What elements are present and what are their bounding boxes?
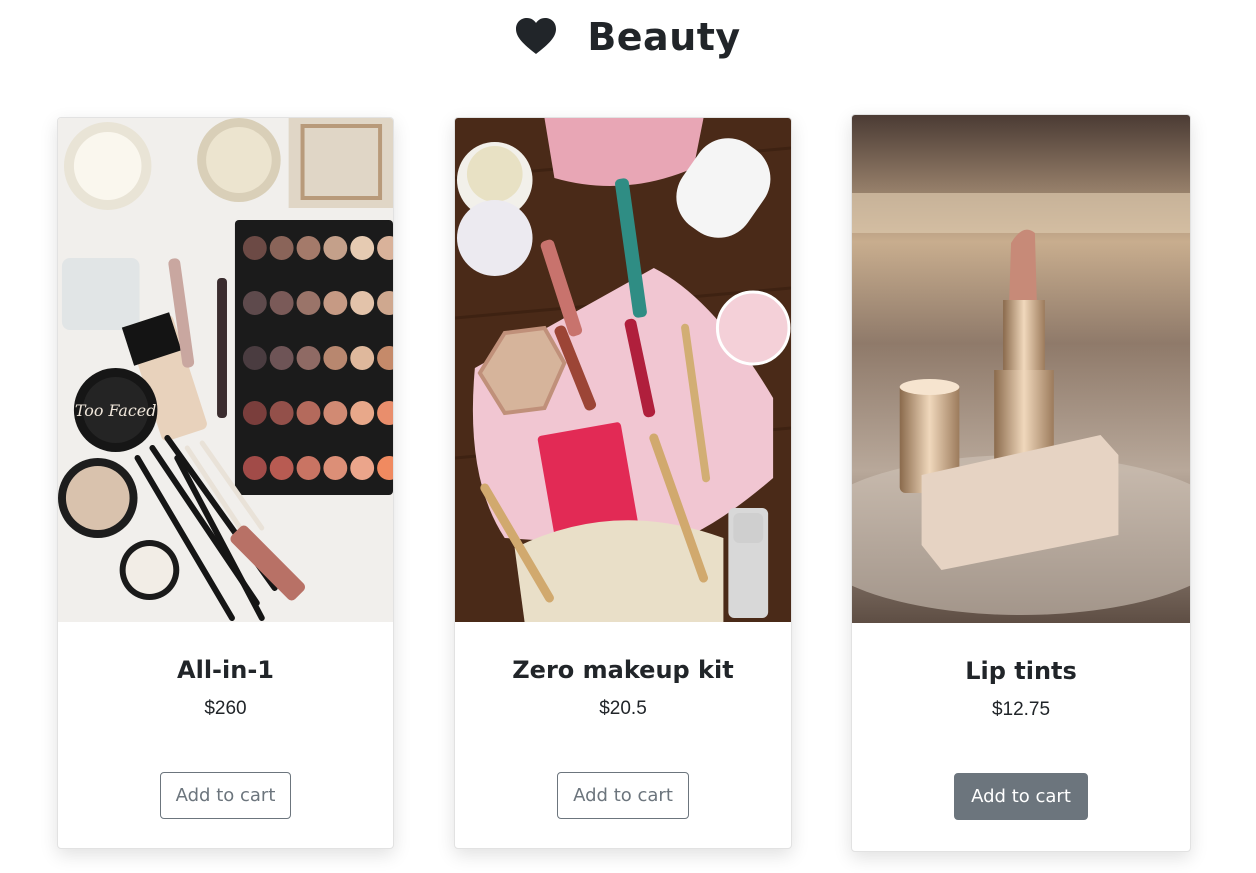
eyeshadow-swatch [269, 401, 294, 425]
product-image [852, 115, 1190, 623]
product-image [455, 118, 791, 622]
product-card-body: Zero makeup kit $20.5 Add to cart [455, 656, 791, 819]
product-card: Zero makeup kit $20.5 Add to cart [454, 117, 792, 849]
eyeshadow-swatch [350, 346, 375, 370]
eyeshadow-swatch [323, 291, 348, 315]
product-card: Too Faced All-in-1 $260 Add to cart [57, 117, 394, 849]
svg-text:Too Faced: Too Faced [75, 401, 156, 420]
eyeshadow-swatch [350, 456, 375, 480]
page-header: Beauty [0, 12, 1256, 62]
add-to-cart-button[interactable]: Add to cart [954, 773, 1088, 820]
eyeshadow-swatch [323, 401, 348, 425]
eyeshadow-swatch [296, 236, 321, 260]
eyeshadow-swatch [296, 401, 321, 425]
product-price: $12.75 [991, 699, 1051, 720]
product-card-body: All-in-1 $260 Add to cart [58, 656, 393, 819]
eyeshadow-swatch [269, 291, 294, 315]
eyeshadow-swatch [269, 346, 294, 370]
eyeshadow-swatch [242, 236, 267, 260]
eyeshadow-swatch [323, 346, 348, 370]
eyeshadow-swatch [242, 346, 267, 370]
eyeshadow-swatch [350, 291, 375, 315]
eyeshadow-swatch [323, 456, 348, 480]
eyeshadow-swatch [350, 236, 375, 260]
product-card-body: Lip tints $12.75 Add to cart [852, 657, 1190, 820]
eyeshadow-swatch [296, 291, 321, 315]
eyeshadow-swatch [350, 401, 375, 425]
eyeshadow-swatch [242, 401, 267, 425]
eyeshadow-swatch [242, 291, 267, 315]
add-to-cart-button[interactable]: Add to cart [159, 772, 292, 819]
heart-icon [516, 18, 557, 54]
eyeshadow-swatch [269, 236, 294, 260]
page: Beauty Too Faced All-in-1 $260 Add to ca… [0, 0, 1256, 873]
eyeshadow-swatch [242, 456, 267, 480]
product-name: Zero makeup kit [512, 656, 734, 684]
product-name: Lip tints [965, 657, 1077, 685]
eyeshadow-swatch [269, 456, 294, 480]
eyeshadow-swatch [323, 236, 348, 260]
product-card: Lip tints $12.75 Add to cart [851, 114, 1191, 852]
eyeshadow-swatch [296, 456, 321, 480]
product-image: Too Faced [58, 118, 393, 622]
eyeshadow-swatch [296, 346, 321, 370]
product-price: $260 [204, 698, 247, 719]
product-name: All-in-1 [177, 656, 274, 684]
add-to-cart-button[interactable]: Add to cart [557, 772, 689, 819]
page-title: Beauty [587, 15, 741, 59]
product-price: $20.5 [599, 698, 647, 719]
